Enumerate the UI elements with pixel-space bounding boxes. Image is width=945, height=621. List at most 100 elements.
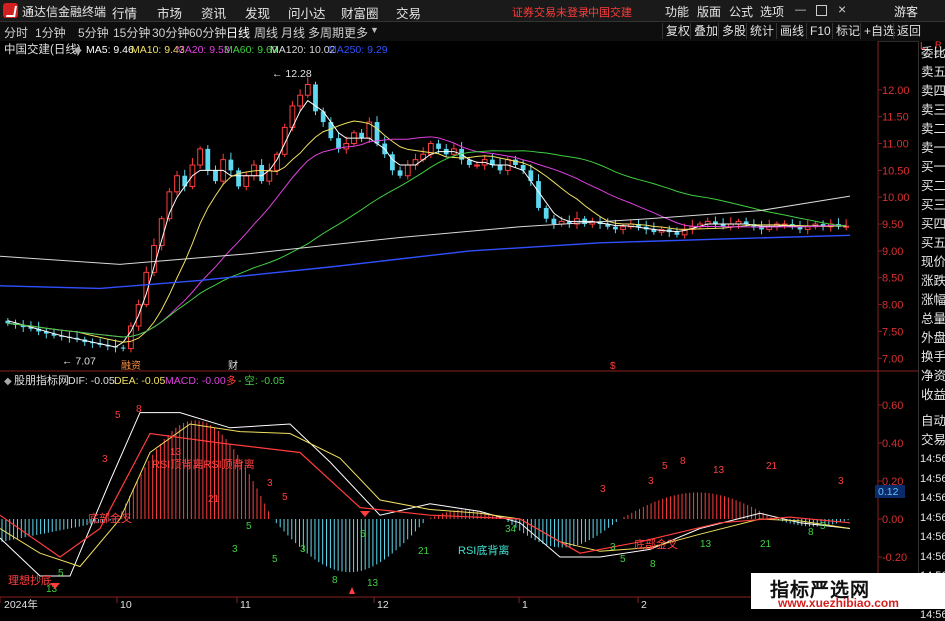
kline-chart[interactable]: 12.00 11.50 11.00 10.50 10.00 9.50 9.00 8.50 8.0…	[0, 41, 918, 372]
x-axis-label: 1	[522, 599, 528, 609]
margin-marker: 融资	[121, 360, 141, 372]
panel-item-6[interactable]: 买一	[921, 160, 945, 174]
panel-item-8[interactable]: 买三	[921, 198, 945, 212]
panel-item-17[interactable]: 净资	[921, 369, 945, 383]
btn-biaoji[interactable]: 标记	[832, 23, 863, 39]
panel-item-5[interactable]: 卖一	[921, 141, 945, 155]
macd-number: 5	[58, 568, 64, 579]
period-15min[interactable]: 15分钟	[113, 24, 150, 41]
candle-up	[620, 226, 627, 230]
btn-f10[interactable]: F10	[806, 23, 834, 39]
panel-time-0: 14:56	[920, 453, 945, 465]
minimize-icon[interactable]: —	[795, 4, 806, 16]
menu-wenxiaoda[interactable]: 问小达	[288, 3, 326, 22]
candle-up	[404, 164, 411, 177]
period-monthly[interactable]: 月线	[281, 24, 305, 41]
panel-item-20[interactable]: 交易	[921, 433, 945, 447]
macd-number: 5	[246, 521, 252, 532]
panel-item-16[interactable]: 换手	[921, 350, 945, 364]
panel-item-2[interactable]: 卖四	[921, 84, 945, 98]
panel-item-10[interactable]: 买五	[921, 236, 945, 250]
menu-zixun[interactable]: 资讯	[201, 3, 226, 22]
macd-number: 5	[662, 461, 668, 472]
btn-fuquan[interactable]: 复权	[662, 23, 693, 39]
btn-diejia[interactable]: 叠加	[690, 23, 721, 39]
app-title: 通达信金融终端	[22, 5, 107, 19]
menu-hangqing[interactable]: 行情	[112, 3, 137, 22]
panel-item-12[interactable]: 涨跌	[921, 274, 945, 288]
more-chevron-icon[interactable]: ▼	[370, 25, 379, 35]
login-status[interactable]: 证券交易未登录	[512, 4, 589, 20]
macd-current-value: 0.12	[878, 486, 899, 498]
panel-item-1[interactable]: 卖五	[921, 65, 945, 79]
chart-title: 中国交建(日线)	[4, 42, 81, 56]
menu-gongneng[interactable]: 功能	[665, 3, 689, 20]
panel-time-8: 14:56	[920, 609, 945, 621]
panel-item-11[interactable]: 现价	[921, 255, 945, 269]
btn-huaxian[interactable]: 画线	[776, 23, 807, 39]
period-weekly[interactable]: 周线	[254, 24, 278, 41]
panel-item-15[interactable]: 外盘	[921, 331, 945, 345]
y-tick-label: 12.00	[882, 85, 910, 97]
period-fenshi[interactable]: 分时	[4, 24, 28, 41]
btn-back[interactable]: 返回	[893, 23, 924, 39]
login-stock-name: 中国交建	[588, 7, 632, 19]
candle-down	[213, 170, 218, 182]
btn-duogu[interactable]: 多股	[718, 23, 749, 39]
macd-annotation-1: 底部金叉	[88, 511, 132, 525]
macd-annotation-0: RSI顶背离RSI顶背离	[152, 457, 255, 471]
macd-number: 34	[505, 524, 517, 535]
btn-tongji[interactable]: 统计	[746, 23, 777, 39]
panel-item-4[interactable]: 卖二	[921, 122, 945, 136]
close-icon[interactable]: ×	[838, 1, 846, 17]
panel-item-9[interactable]: 买四	[921, 217, 945, 231]
y-tick-label: 11.00	[882, 139, 909, 151]
macd-number: 5	[115, 410, 121, 421]
period-1min[interactable]: 1分钟	[35, 24, 66, 41]
candle-down	[359, 132, 365, 139]
panel-item-14[interactable]: 总量	[921, 312, 945, 326]
x-axis-label: 10	[120, 599, 132, 609]
macd-number: 13	[367, 578, 379, 589]
candle-down	[497, 165, 503, 171]
macd-y-tick-label: 0.40	[882, 438, 903, 450]
panel-item-19[interactable]: 自动	[921, 414, 945, 428]
period-60min[interactable]: 60分钟	[189, 24, 226, 41]
panel-item-7[interactable]: 买二	[921, 179, 945, 193]
period-5min[interactable]: 5分钟	[78, 24, 109, 41]
x-axis-label: 11	[240, 599, 251, 609]
macd-number: 5	[620, 554, 626, 565]
panel-item-13[interactable]: 涨幅	[921, 293, 945, 307]
panel-item-3[interactable]: 卖三	[921, 103, 945, 117]
y-tick-label: 10.50	[882, 165, 910, 177]
macd-annotation-3: 底部金叉	[634, 537, 678, 551]
macd-number: 3	[610, 542, 616, 553]
period-multi[interactable]: 多周期	[308, 24, 344, 41]
macd-number: 8	[650, 559, 656, 570]
dividend-marker: $	[610, 361, 616, 372]
macd-value: MACD: -0.00	[165, 375, 226, 387]
candle-down	[397, 170, 403, 176]
menu-shichang[interactable]: 市场	[157, 3, 182, 22]
candle-up	[304, 83, 311, 96]
period-30min[interactable]: 30分钟	[152, 24, 189, 41]
menu-jiaoyi[interactable]: 交易	[396, 3, 421, 22]
period-daily[interactable]: 日线	[226, 24, 250, 41]
menu-faxian[interactable]: 发现	[245, 3, 270, 22]
period-more[interactable]: 更多	[344, 24, 368, 41]
panel-time-4: 14:56	[920, 531, 945, 543]
panel-item-0[interactable]: 委比	[921, 46, 945, 60]
menu-xuanxiang[interactable]: 选项	[760, 3, 784, 20]
menu-caifuquan[interactable]: 财富圈	[341, 3, 379, 22]
macd-y-tick-label: 0.60	[882, 400, 903, 412]
legend-settings-icon: ◆	[74, 45, 82, 56]
macd-number: 5	[820, 521, 826, 532]
menu-gongshi[interactable]: 公式	[729, 3, 753, 20]
guest-label[interactable]: 游客	[894, 3, 918, 20]
maximize-icon[interactable]	[816, 5, 827, 16]
macd-title: 股朋指标网	[14, 373, 69, 387]
panel-item-18[interactable]: 收益	[921, 388, 945, 402]
menu-banmian[interactable]: 版面	[697, 3, 721, 20]
macd-bg	[0, 372, 878, 609]
y-tick-label: 10.00	[882, 192, 910, 204]
